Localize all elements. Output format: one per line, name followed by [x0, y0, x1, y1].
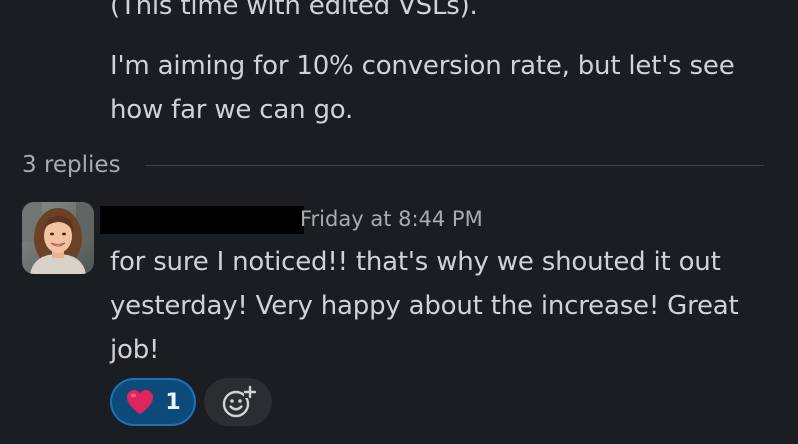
parent-message-line: how far we can go.: [110, 95, 354, 125]
parent-message-line: (This time with edited VSLs).: [110, 0, 478, 21]
message-timestamp[interactable]: Friday at 8:44 PM: [300, 203, 483, 235]
divider: [144, 164, 764, 166]
reply-message-line: job!: [110, 335, 160, 365]
reply-message-line: yesterday! Very happy about the increase…: [110, 291, 739, 321]
add-emoji-icon: [222, 385, 256, 418]
heart-reaction-button[interactable]: 1: [110, 378, 196, 426]
add-reaction-button[interactable]: [204, 378, 272, 426]
reply-message-line: for sure I noticed!! that's why we shout…: [110, 247, 721, 277]
heart-icon: [127, 389, 154, 415]
replies-count-label[interactable]: 3 replies: [22, 152, 121, 178]
parent-message-line: I'm aiming for 10% conversion rate, but …: [110, 51, 735, 81]
redacted-username: [100, 206, 304, 234]
reaction-count: 1: [165, 389, 181, 415]
replies-divider-row: 3 replies: [22, 148, 764, 182]
avatar[interactable]: [22, 202, 94, 274]
avatar-photo: [22, 202, 94, 274]
